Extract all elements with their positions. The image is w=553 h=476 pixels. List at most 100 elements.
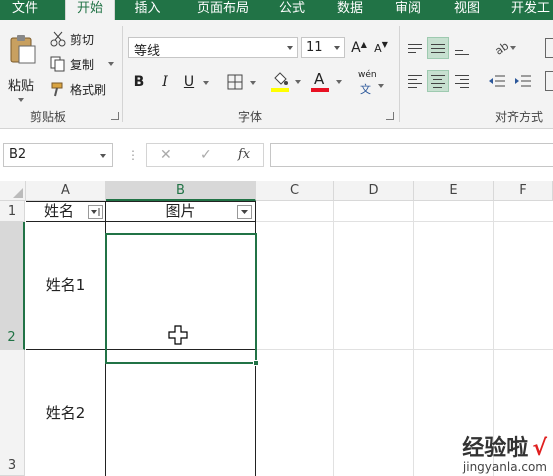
row-header-2[interactable]: 2 (0, 222, 25, 350)
bold-button[interactable]: B (130, 72, 148, 92)
tab-file[interactable]: 文件 (0, 0, 50, 20)
column-header-d[interactable]: D (334, 181, 414, 201)
group-separator (399, 26, 400, 122)
clipboard-icon (10, 35, 36, 64)
shrink-font-button[interactable]: A ▼ (372, 38, 390, 58)
format-painter-button[interactable]: 格式刷 (48, 80, 118, 98)
align-top-button[interactable] (405, 37, 425, 59)
chevron-down-icon (18, 98, 24, 102)
italic-button[interactable]: I (156, 72, 174, 92)
clipboard-launcher-icon[interactable] (111, 112, 119, 120)
borders-icon (227, 74, 243, 90)
fill-handle[interactable] (253, 360, 259, 366)
watermark-url: jingyanla.com (462, 460, 547, 474)
fill-color-button[interactable] (270, 70, 304, 94)
cell-cursor-icon (168, 325, 188, 345)
name-box[interactable]: B2 (3, 143, 113, 167)
tab-data[interactable]: 数据 (330, 0, 370, 20)
row-header-3[interactable]: 3 (0, 350, 25, 476)
orientation-icon: ab (492, 38, 512, 58)
align-middle-button[interactable] (427, 37, 449, 59)
cell-b1-text: 图片 (165, 202, 196, 220)
formula-input[interactable] (270, 143, 553, 167)
font-color-swatch (311, 88, 329, 92)
column-header-f[interactable]: F (494, 181, 553, 201)
cell-b1[interactable]: 图片 (106, 202, 255, 221)
align-right-button[interactable] (452, 70, 472, 92)
row-header-1[interactable]: 1 (0, 201, 25, 222)
insert-function-button[interactable]: fx (238, 147, 250, 162)
increase-indent-icon (515, 75, 531, 87)
shrink-font-icon: A (374, 41, 382, 55)
chevron-down-icon (378, 84, 384, 88)
copy-icon (50, 56, 65, 72)
align-top-icon (408, 41, 422, 56)
borders-button[interactable] (226, 72, 260, 92)
chevron-down-icon (100, 154, 106, 158)
tab-developer[interactable]: 开发工 (503, 0, 553, 20)
enter-icon[interactable]: ✓ (200, 147, 212, 163)
underline-button[interactable]: U (180, 72, 198, 92)
select-all-icon (13, 188, 23, 198)
column-header-b[interactable]: B (106, 181, 256, 201)
formula-bar-grip-icon[interactable]: ⋮ (127, 148, 139, 162)
format-painter-label: 格式刷 (70, 83, 107, 97)
chevron-down-icon (334, 46, 340, 50)
cell-a3[interactable]: 姓名2 (26, 350, 105, 476)
ribbon-tab-bar: 文件 开始 插入 页面布局 公式 数据 审阅 视图 开发工 (0, 0, 553, 20)
cut-button[interactable]: 剪切 (48, 30, 108, 48)
formula-bar: B2 ⋮ ✕ ✓ fx (0, 138, 553, 172)
gridline (256, 221, 553, 222)
merge-cells-icon[interactable] (545, 71, 553, 91)
tab-formulas[interactable]: 公式 (272, 0, 312, 20)
name-box-value: B2 (9, 147, 27, 162)
cancel-icon[interactable]: ✕ (160, 147, 172, 163)
align-center-button[interactable] (427, 70, 449, 92)
grow-font-button[interactable]: A ▲ (350, 38, 368, 58)
font-launcher-icon[interactable] (386, 112, 394, 120)
font-size-combo[interactable]: 11 (301, 37, 345, 58)
chevron-down-icon (287, 46, 293, 50)
cell-b3[interactable] (106, 350, 255, 476)
font-name-combo[interactable]: 等线 (128, 37, 298, 59)
gridline (333, 201, 334, 476)
align-bottom-button[interactable] (452, 37, 472, 59)
tab-home[interactable]: 开始 (65, 0, 115, 20)
filter-button-b1[interactable] (237, 205, 252, 219)
filter-sorted-icon (91, 208, 100, 216)
column-header-e[interactable]: E (414, 181, 494, 201)
filter-button-a1[interactable] (88, 205, 103, 219)
gridline (256, 349, 553, 350)
font-group-label: 字体 (238, 110, 263, 124)
chevron-down-icon (295, 80, 301, 84)
font-color-icon: A (314, 70, 325, 88)
select-all-button[interactable] (0, 181, 26, 201)
align-left-button[interactable] (405, 70, 425, 92)
phonetic-bottom-label: 文 (360, 83, 371, 96)
tab-page-layout[interactable]: 页面布局 (183, 0, 263, 20)
tab-insert[interactable]: 插入 (125, 0, 170, 20)
cell-a2-text: 姓名1 (45, 276, 86, 294)
decrease-indent-icon (489, 75, 505, 87)
cell-a2[interactable]: 姓名1 (26, 222, 105, 349)
chevron-down-icon[interactable] (203, 81, 209, 85)
tab-view[interactable]: 视图 (447, 0, 487, 20)
font-color-button[interactable]: A (310, 70, 344, 94)
watermark-check-icon: √ (532, 436, 547, 461)
paste-button[interactable]: 粘贴 (4, 30, 40, 106)
tab-review[interactable]: 审阅 (388, 0, 428, 20)
increase-indent-button[interactable] (512, 70, 534, 92)
copy-button[interactable]: 复制 (48, 55, 118, 73)
watermark: 经验啦 √ jingyanla.com (462, 430, 547, 474)
column-header-c[interactable]: C (256, 181, 334, 201)
column-header-a[interactable]: A (26, 181, 106, 201)
align-middle-icon (431, 41, 445, 56)
phonetic-button[interactable]: wén 文 (356, 70, 386, 96)
wrap-text-icon[interactable] (545, 38, 553, 58)
paint-bucket-icon (274, 72, 288, 85)
decrease-indent-button[interactable] (486, 70, 508, 92)
chevron-down-icon (108, 62, 114, 66)
orientation-button[interactable]: ab (486, 37, 518, 59)
align-right-icon (455, 72, 469, 91)
watermark-title: 经验啦 (462, 436, 529, 461)
